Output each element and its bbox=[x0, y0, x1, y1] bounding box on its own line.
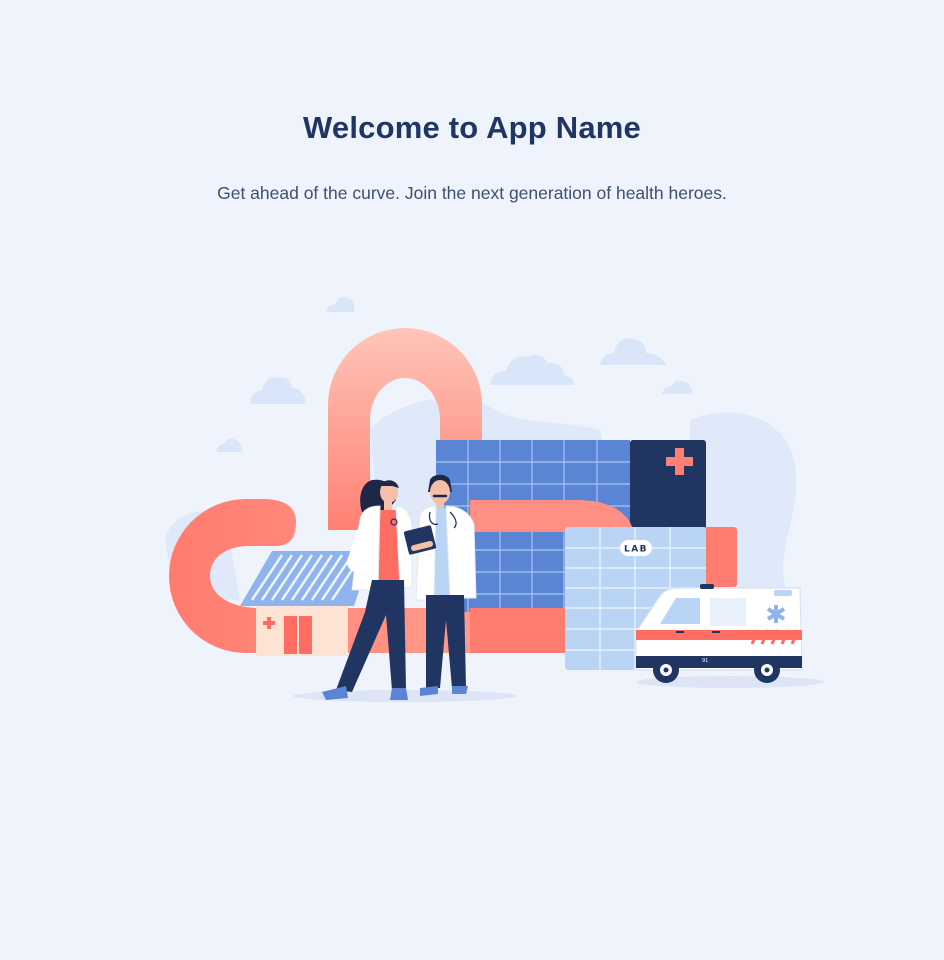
ambulance-icon: 91 bbox=[635, 584, 803, 683]
welcome-screen: Welcome to App Name Get ahead of the cur… bbox=[0, 0, 944, 960]
health-heroes-illustration: LAB 91 bbox=[165, 296, 824, 702]
coral-band bbox=[470, 608, 570, 653]
lab-sign: LAB bbox=[624, 545, 648, 555]
ambulance-number: 91 bbox=[702, 658, 708, 664]
